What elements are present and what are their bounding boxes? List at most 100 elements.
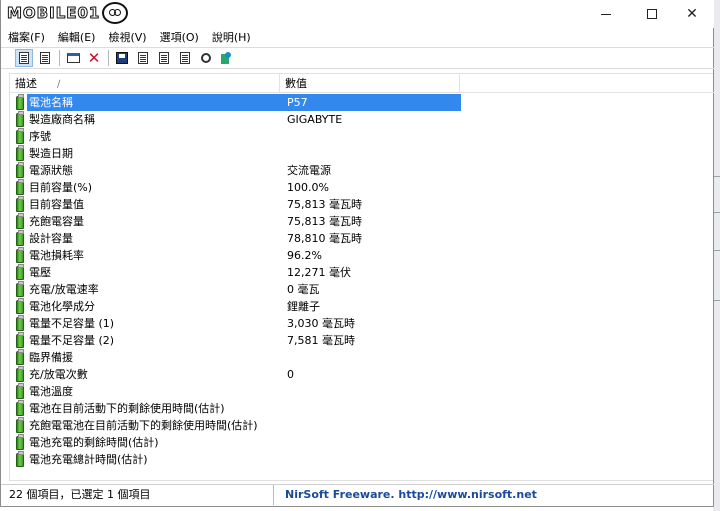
- table-row[interactable]: 目前容量(%) 100.0%: [10, 179, 714, 196]
- row-value: P57: [287, 96, 308, 109]
- row-description: 電量不足容量 (1): [29, 317, 115, 330]
- row-value: 75,813 毫瓦時: [287, 198, 362, 211]
- battery-icon: [16, 162, 24, 178]
- column-header-value[interactable]: 數值: [280, 74, 460, 93]
- table-row[interactable]: 電源狀態 交流電源: [10, 162, 714, 179]
- row-description: 電池損耗率: [29, 249, 84, 262]
- table-row[interactable]: 電池化學成分 鋰離子: [10, 298, 714, 315]
- table-row[interactable]: 電池溫度: [10, 383, 714, 400]
- row-description: 電壓: [29, 266, 51, 279]
- save-icon: [116, 52, 128, 64]
- copy-icon: [159, 52, 169, 64]
- menu-file[interactable]: 檔案(F): [8, 29, 45, 45]
- row-description: 製造廠商名稱: [29, 113, 95, 126]
- row-description: 電池在目前活動下的剩餘使用時間(估計): [29, 402, 225, 415]
- copy-selected-icon: [180, 52, 190, 64]
- battery-icon: [16, 111, 24, 127]
- row-value: GIGABYTE: [287, 113, 343, 126]
- toolbar: ✕: [1, 47, 714, 69]
- exit-icon: [221, 52, 233, 64]
- battery-icon: [16, 400, 24, 416]
- exit-button[interactable]: [218, 49, 236, 67]
- nirsoft-link[interactable]: NirSoft Freeware. http://www.nirsoft.net: [285, 485, 537, 505]
- table-row[interactable]: 電池損耗率 96.2%: [10, 247, 714, 264]
- table-row[interactable]: 電量不足容量 (2) 7,581 毫瓦時: [10, 332, 714, 349]
- row-description: 電量不足容量 (2): [29, 334, 115, 347]
- status-item-count: 22 個項目，已選定 1 個項目: [9, 485, 274, 505]
- list-view-button[interactable]: [36, 49, 54, 67]
- row-value: 交流電源: [287, 164, 331, 177]
- row-value: 0: [287, 368, 294, 381]
- menu-edit[interactable]: 編輯(E): [58, 29, 96, 45]
- properties-button[interactable]: [64, 49, 82, 67]
- toolbar-separator: [59, 50, 60, 66]
- background-desktop-strip: [713, 0, 720, 511]
- table-row[interactable]: 目前容量值 75,813 毫瓦時: [10, 196, 714, 213]
- table-row[interactable]: 電壓 12,271 毫伏: [10, 264, 714, 281]
- battery-icon: [16, 196, 24, 212]
- html-report-button[interactable]: [15, 49, 33, 67]
- delete-icon: ✕: [87, 48, 101, 67]
- battery-icon: [16, 366, 24, 382]
- minimize-button[interactable]: [583, 0, 629, 28]
- find-icon: [201, 53, 211, 63]
- table-row[interactable]: 電池充電的剩餘時間(估計): [10, 434, 714, 451]
- row-value: 0 毫瓦: [287, 283, 320, 296]
- table-row[interactable]: 電池名稱 P57: [10, 94, 714, 111]
- row-description: 設計容量: [29, 232, 73, 245]
- properties-icon: [66, 53, 80, 63]
- menu-options[interactable]: 選項(O): [160, 29, 199, 45]
- column-header-description-label: 描述: [15, 77, 37, 90]
- table-row[interactable]: 充飽電電池在目前活動下的剩餘使用時間(估計): [10, 417, 714, 434]
- table-row[interactable]: 充電/放電速率 0 毫瓦: [10, 281, 714, 298]
- find-button[interactable]: [197, 49, 215, 67]
- table-row[interactable]: 電池充電總計時間(估計): [10, 451, 714, 468]
- row-value: 75,813 毫瓦時: [287, 215, 362, 228]
- title-bar[interactable]: MOBILE01 ✕: [1, 0, 714, 28]
- table-row[interactable]: 充飽電容量 75,813 毫瓦時: [10, 213, 714, 230]
- list-rows: 電池名稱 P57 製造廠商名稱 GIGABYTE 序號 製造日期 電源狀態 交流電源 目前容量(…: [10, 94, 714, 468]
- copy-button[interactable]: [155, 49, 173, 67]
- refresh-button[interactable]: [134, 49, 152, 67]
- column-header-description[interactable]: 描述 ∕: [10, 74, 280, 93]
- battery-icon: [16, 434, 24, 450]
- table-row[interactable]: 製造日期: [10, 145, 714, 162]
- battery-icon: [16, 451, 24, 467]
- battery-info-list[interactable]: 描述 ∕ 數值 電池名稱 P57 製造廠商名稱 GIGABYTE 序號 製造日期 電源狀態 交流…: [9, 73, 714, 481]
- row-description: 充/放電次數: [29, 368, 88, 381]
- batteryinfoview-window: MOBILE01 ✕ 檔案(F) 編輯(E) 檢視(V) 選項(O) 說明(H)…: [0, 0, 714, 507]
- copy-selected-button[interactable]: [176, 49, 194, 67]
- column-header-value-label: 數值: [285, 77, 307, 90]
- battery-icon: [16, 213, 24, 229]
- table-row[interactable]: 設計容量 78,810 毫瓦時: [10, 230, 714, 247]
- status-bar: 22 個項目，已選定 1 個項目 NirSoft Freeware. http:…: [1, 484, 714, 506]
- battery-icon: [16, 315, 24, 331]
- row-description: 目前容量(%): [29, 181, 93, 194]
- battery-icon: [16, 383, 24, 399]
- table-row[interactable]: 臨界備援: [10, 349, 714, 366]
- minimize-icon: [601, 13, 611, 15]
- row-value: 96.2%: [287, 249, 322, 262]
- row-description: 電池名稱: [29, 96, 73, 109]
- battery-icon: [16, 281, 24, 297]
- table-row[interactable]: 序號: [10, 128, 714, 145]
- menu-help[interactable]: 說明(H): [212, 29, 251, 45]
- table-row[interactable]: 製造廠商名稱 GIGABYTE: [10, 111, 714, 128]
- table-row[interactable]: 電池在目前活動下的剩餘使用時間(估計): [10, 400, 714, 417]
- row-value: 78,810 毫瓦時: [287, 232, 362, 245]
- menu-view[interactable]: 檢視(V): [108, 29, 146, 45]
- list-view-icon: [40, 52, 50, 64]
- delete-button[interactable]: ✕: [85, 49, 103, 67]
- battery-icon: [16, 94, 24, 110]
- list-header: 描述 ∕ 數值: [10, 74, 714, 93]
- close-button[interactable]: ✕: [669, 0, 715, 28]
- battery-icon: [16, 230, 24, 246]
- table-row[interactable]: 充/放電次數 0: [10, 366, 714, 383]
- battery-icon: [16, 128, 24, 144]
- battery-icon: [16, 298, 24, 314]
- save-button[interactable]: [113, 49, 131, 67]
- table-row[interactable]: 電量不足容量 (1) 3,030 毫瓦時: [10, 315, 714, 332]
- row-description: 臨界備援: [29, 351, 73, 364]
- row-description: 電池化學成分: [29, 300, 95, 313]
- row-description: 充飽電電池在目前活動下的剩餘使用時間(估計): [29, 419, 258, 432]
